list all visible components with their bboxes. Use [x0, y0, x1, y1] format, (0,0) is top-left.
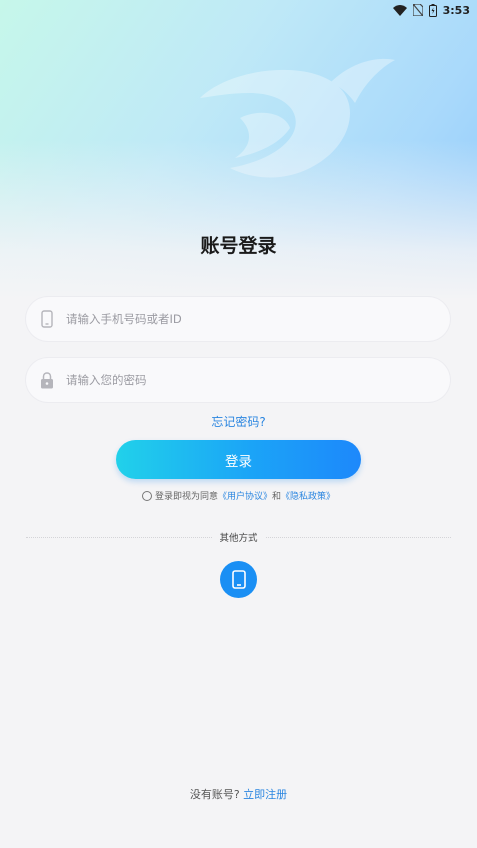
mobile-phone-icon	[28, 310, 66, 328]
no-sim-icon	[412, 4, 423, 16]
alt-login-divider: 其他方式	[26, 530, 452, 544]
forgot-password-link[interactable]: 忘记密码?	[0, 413, 477, 430]
alt-login-label: 其他方式	[219, 533, 258, 544]
user-agreement-link[interactable]: 《用户协议》	[218, 489, 272, 502]
battery-icon	[428, 3, 437, 17]
no-account-text: 没有账号?	[189, 788, 240, 801]
page-title: 账号登录	[200, 235, 277, 257]
agreement-prefix: 登录即视为同意	[154, 492, 218, 502]
login-button[interactable]: 登录	[116, 440, 361, 479]
agreement-row: 登录即视为同意 《用户协议》 和 《隐私政策》	[0, 489, 477, 502]
agreement-conjunction: 和	[272, 492, 282, 502]
status-time: 3:53	[442, 3, 470, 17]
register-row: 没有账号? 立即注册	[0, 786, 477, 802]
status-bar: 3:53	[0, 0, 477, 20]
agreement-radio[interactable]	[141, 490, 152, 501]
hero-fade	[0, 140, 477, 300]
divider-line-right	[265, 536, 452, 538]
wifi-icon	[392, 4, 407, 16]
phone-login-button[interactable]	[220, 561, 257, 598]
divider-line-left	[26, 536, 212, 538]
privacy-policy-link[interactable]: 《隐私政策》	[281, 489, 335, 502]
lock-icon	[28, 371, 66, 389]
password-input[interactable]	[66, 373, 450, 387]
mobile-phone-icon	[231, 570, 246, 589]
phone-field[interactable]	[26, 297, 450, 341]
register-link[interactable]: 立即注册	[243, 788, 287, 801]
phone-input[interactable]	[66, 312, 450, 326]
password-field[interactable]	[26, 358, 450, 402]
